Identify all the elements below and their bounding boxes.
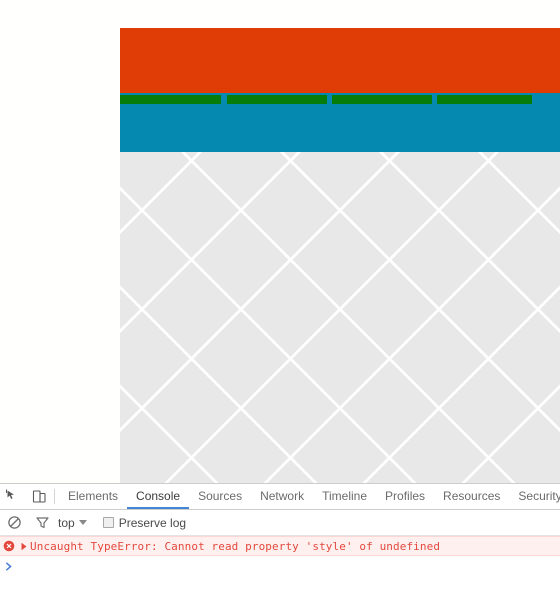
green-bar-segment: [332, 95, 432, 104]
diamond-pattern-background: [120, 152, 560, 483]
green-bar-segment: [437, 95, 532, 104]
prompt-chevron-right-icon: [3, 562, 15, 571]
tab-timeline[interactable]: Timeline: [313, 484, 376, 509]
chevron-down-icon: [79, 520, 87, 525]
console-error-message[interactable]: Uncaught TypeError: Cannot read property…: [0, 536, 560, 556]
toggle-device-toolbar-icon[interactable]: [26, 484, 52, 509]
toolbar-divider: [54, 489, 55, 504]
devtools-panel: Elements Console Sources Network Timelin…: [0, 483, 560, 598]
execution-context-selector[interactable]: top: [56, 516, 91, 530]
console-error-text: Uncaught TypeError: Cannot read property…: [30, 540, 440, 553]
console-filter-bar: top Preserve log: [0, 510, 560, 536]
disclosure-triangle-right-icon[interactable]: [18, 542, 30, 551]
green-bar-segment: [120, 95, 221, 104]
tab-profiles[interactable]: Profiles: [376, 484, 434, 509]
filter-funnel-icon[interactable]: [28, 515, 56, 530]
inspect-element-icon[interactable]: [0, 484, 26, 509]
green-bar-group: [120, 95, 560, 104]
tab-elements[interactable]: Elements: [59, 484, 127, 509]
preserve-log-label: Preserve log: [119, 516, 186, 530]
error-circle-icon: [3, 540, 15, 552]
console-prompt-input[interactable]: [15, 558, 560, 574]
console-message-list: Uncaught TypeError: Cannot read property…: [0, 536, 560, 576]
preserve-log-toggle[interactable]: Preserve log: [103, 516, 186, 530]
devtools-tab-bar: Elements Console Sources Network Timelin…: [0, 484, 560, 510]
console-prompt-row[interactable]: [0, 556, 560, 576]
browser-page-viewport: [0, 0, 560, 483]
page-content-column: [120, 0, 560, 483]
tab-console[interactable]: Console: [127, 484, 189, 509]
tab-network[interactable]: Network: [251, 484, 313, 509]
orange-hero-band: [120, 28, 560, 93]
execution-context-label: top: [58, 516, 75, 530]
clear-console-icon[interactable]: [0, 515, 28, 530]
tab-sources[interactable]: Sources: [189, 484, 251, 509]
tab-resources[interactable]: Resources: [434, 484, 509, 509]
tab-security[interactable]: Security: [509, 484, 560, 509]
preserve-log-checkbox[interactable]: [103, 517, 114, 528]
green-bar-segment: [227, 95, 327, 104]
